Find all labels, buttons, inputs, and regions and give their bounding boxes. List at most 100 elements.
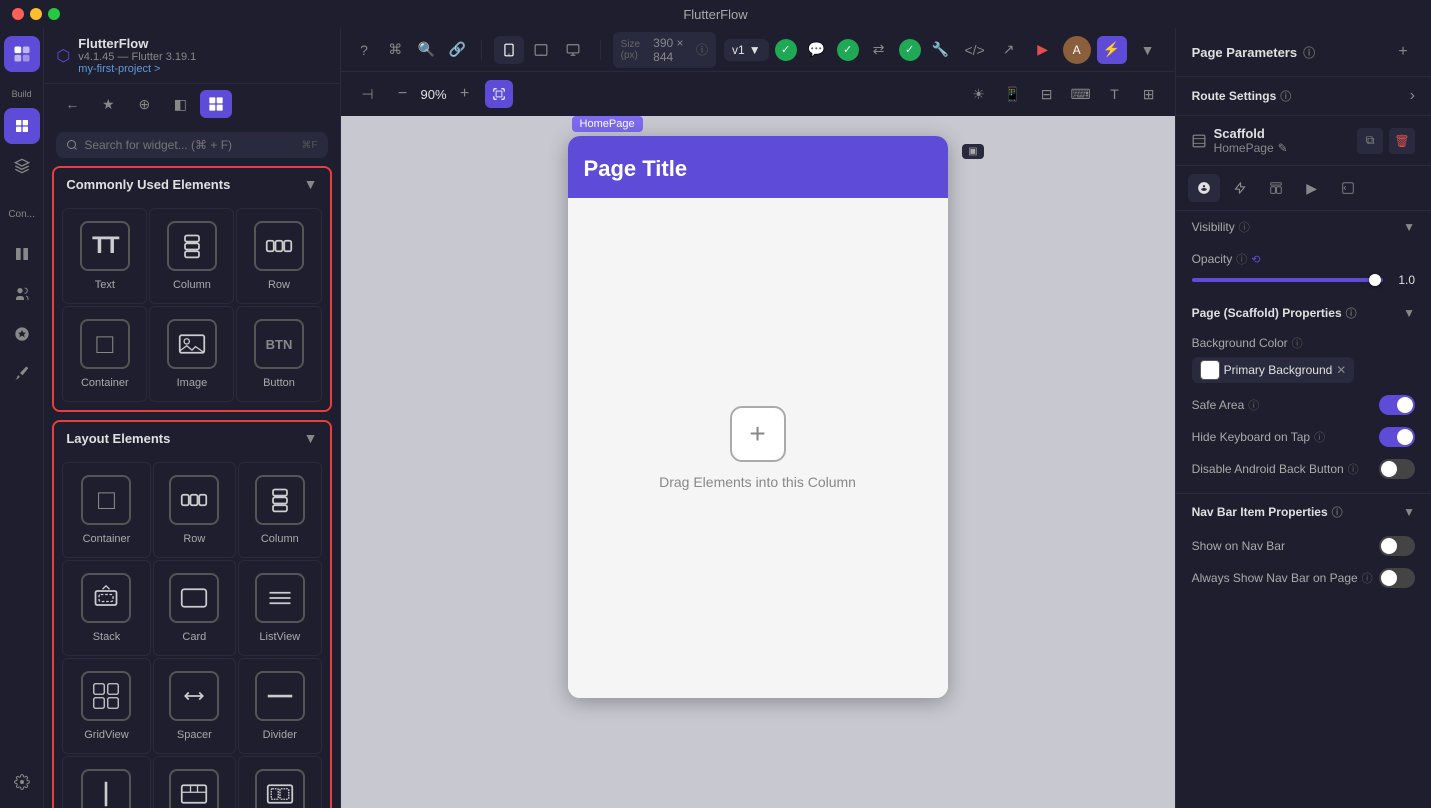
opacity-slider-thumb[interactable] (1369, 274, 1381, 286)
widget-button[interactable]: BTN Button (236, 306, 321, 402)
layout-tool-btn[interactable]: ⊟ (1033, 80, 1061, 108)
widget-column[interactable]: Column (149, 208, 234, 304)
layout-pageview[interactable]: PageView (238, 756, 321, 808)
link-btn[interactable]: 🔗 (446, 36, 469, 64)
phone-tool-btn[interactable]: 📱 (999, 80, 1027, 108)
prop-tab-settings[interactable] (1188, 174, 1220, 202)
fit-screen-btn[interactable] (485, 80, 513, 108)
check-btn-2[interactable]: ✓ (837, 39, 859, 61)
nav-bar-props-header[interactable]: Nav Bar Item Properties ⓘ ▼ (1176, 493, 1431, 530)
layout-container[interactable]: □ Container (62, 462, 150, 558)
help-btn[interactable]: ? (353, 36, 376, 64)
commonly-used-header[interactable]: Commonly Used Elements ▼ (54, 168, 329, 200)
route-settings-row[interactable]: Route Settings ⓘ › (1176, 77, 1431, 116)
disable-back-toggle[interactable] (1379, 459, 1415, 479)
add-element-btn[interactable]: + (730, 406, 786, 462)
expand-btn[interactable]: ▼ (1133, 36, 1163, 64)
bg-color-tag[interactable]: Primary Background ✕ (1192, 357, 1355, 383)
add-icon: + (749, 418, 765, 450)
layout-divider[interactable]: Divider (238, 658, 321, 754)
widget-text[interactable]: TT Text (62, 208, 147, 304)
rail-brush-icon[interactable] (4, 356, 40, 392)
version-btn[interactable]: v1 ▼ (724, 39, 769, 61)
tablet-device-btn[interactable] (526, 36, 556, 64)
rail-users-icon[interactable] (4, 276, 40, 312)
sun-tool-btn[interactable]: ☀ (965, 80, 993, 108)
widget-image[interactable]: Image (149, 306, 234, 402)
search-bar[interactable]: ⌘F (56, 132, 327, 158)
tools-btn[interactable]: 🔧 (927, 36, 955, 64)
widget-container[interactable]: □ Container (62, 306, 147, 402)
opacity-slider[interactable] (1192, 278, 1383, 282)
preview-btn[interactable]: ▶ (1029, 36, 1057, 64)
mobile-device-btn[interactable] (494, 36, 524, 64)
prop-tab-layout[interactable] (1260, 174, 1292, 202)
prop-tab-play[interactable]: ▶ (1296, 174, 1328, 202)
hide-keyboard-toggle[interactable] (1379, 427, 1415, 447)
rail-connect-icon[interactable]: Con... (4, 196, 40, 232)
layout-verticaldivider[interactable]: VerticalDivider (62, 756, 150, 808)
scaffold-copy-btn[interactable]: ⧉ (1357, 128, 1383, 154)
zoom-out-btn[interactable]: − (391, 82, 415, 106)
layout-tabbar[interactable]: TabBar (153, 756, 236, 808)
search-input[interactable] (84, 138, 295, 152)
always-nav-toggle[interactable] (1379, 568, 1415, 588)
text-widget-icon: TT (80, 221, 130, 271)
visibility-chevron-icon[interactable]: ▼ (1403, 220, 1415, 234)
layout-listview[interactable]: ListView (238, 560, 321, 656)
maximize-button[interactable] (48, 8, 60, 20)
toolbar-right: v1 ▼ ✓ 💬 ✓ ⇄ ✓ 🔧 </> ↗ ▶ A ⚡ ▼ (724, 36, 1163, 64)
grid-tool-btn[interactable]: ⊞ (1135, 80, 1163, 108)
close-button[interactable] (12, 8, 24, 20)
canvas-back-btn[interactable]: ⊣ (353, 80, 383, 108)
rail-grid-icon[interactable] (4, 236, 40, 272)
text-tool-btn[interactable]: T (1101, 80, 1129, 108)
rail-settings-icon[interactable] (4, 764, 40, 800)
app-logo-icon[interactable] (4, 36, 40, 72)
zoom-in-btn[interactable]: + (453, 82, 477, 106)
left-panel: ⬡ FlutterFlow v4.1.45 — Flutter 3.19.1 m… (44, 28, 340, 808)
tab-star[interactable]: ★ (92, 90, 124, 118)
layout-row[interactable]: Row (153, 462, 236, 558)
chat-btn[interactable]: 💬 (803, 36, 831, 64)
scaffold-edit-icon[interactable]: ✎ (1278, 141, 1288, 155)
scaffold-delete-btn[interactable]: 🗑 (1389, 128, 1415, 154)
check-btn-1[interactable]: ✓ (775, 39, 797, 61)
prop-tab-actions[interactable] (1224, 174, 1256, 202)
desktop-device-btn[interactable] (558, 36, 588, 64)
cmd-btn[interactable]: ⌘ (384, 36, 407, 64)
color-chip[interactable] (1200, 360, 1220, 380)
minimize-button[interactable] (30, 8, 42, 20)
merge-btn[interactable]: ⇄ (865, 36, 893, 64)
layout-elements-header[interactable]: Layout Elements ▼ (54, 422, 329, 454)
prop-tab-code[interactable] (1332, 174, 1364, 202)
code-btn[interactable]: </> (961, 36, 989, 64)
layout-stack[interactable]: Stack (62, 560, 150, 656)
tab-back[interactable]: ← (56, 90, 88, 118)
keyboard-tool-btn[interactable]: ⌨ (1067, 80, 1095, 108)
safe-area-toggle[interactable] (1379, 395, 1415, 415)
layout-card[interactable]: Card (153, 560, 236, 656)
rp-add-btn[interactable]: + (1391, 40, 1415, 64)
lightning-btn[interactable]: ⚡ (1097, 36, 1127, 64)
layout-column[interactable]: Column (238, 462, 321, 558)
tab-add[interactable]: ⊕ (128, 90, 160, 118)
widget-row[interactable]: Row (236, 208, 321, 304)
app-project[interactable]: my-first-project > (78, 63, 196, 75)
layout-gridview[interactable]: GridView (62, 658, 150, 754)
check-btn-3[interactable]: ✓ (899, 39, 921, 61)
search-btn[interactable]: 🔍 (415, 36, 438, 64)
rail-plugins-icon[interactable] (4, 316, 40, 352)
layout-spacer[interactable]: Spacer (153, 658, 236, 754)
tab-components[interactable]: ◧ (164, 90, 196, 118)
rail-widgets-icon[interactable] (4, 108, 40, 144)
rail-layers-icon[interactable] (4, 148, 40, 184)
export-btn[interactable]: ↗ (995, 36, 1023, 64)
layout-pageview-icon (255, 769, 305, 808)
show-nav-toggle[interactable] (1379, 536, 1415, 556)
color-close-icon[interactable]: ✕ (1336, 363, 1346, 377)
scaffold-props-header[interactable]: Page (Scaffold) Properties ⓘ ▼ (1176, 295, 1431, 331)
avatar[interactable]: A (1063, 36, 1091, 64)
tab-widgets[interactable] (200, 90, 232, 118)
opacity-edit-icon[interactable]: ⟲ (1251, 253, 1260, 266)
